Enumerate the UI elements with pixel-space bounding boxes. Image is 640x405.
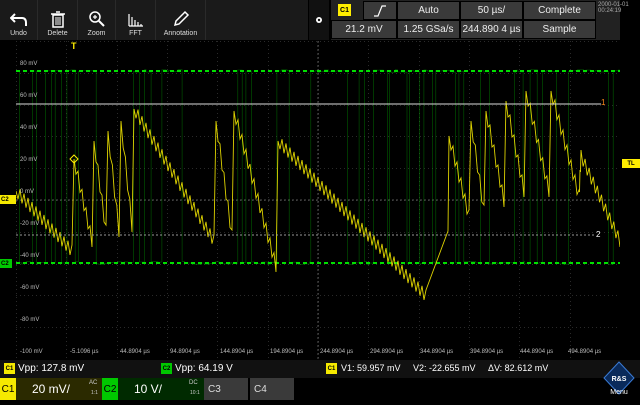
y-tick-label: 0 mV xyxy=(20,189,35,195)
c2-coupling: DC xyxy=(189,380,198,386)
zoom-icon xyxy=(88,11,105,27)
x-tick-label: 244.8904 µs xyxy=(320,349,354,355)
delete-label: Delete xyxy=(47,30,68,37)
cursor-v2[interactable]: V2: -22.655 mV xyxy=(413,363,476,373)
y-tick-label: -100 mV xyxy=(20,349,43,355)
fft-label: FFT xyxy=(129,30,142,37)
trigger-source-badge[interactable]: C1 xyxy=(338,4,351,16)
y-tick-label: -20 mV xyxy=(20,221,40,227)
datetime: 2000-01-01 00:24:19 xyxy=(598,2,640,14)
trigger-level-marker[interactable]: TL xyxy=(622,159,640,168)
y-tick-label: 40 mV xyxy=(20,125,38,131)
c2-scale: 10 V/ xyxy=(134,382,163,396)
c1-probe: 1:1 xyxy=(91,390,98,396)
zoom-button[interactable]: Zoom xyxy=(78,0,116,40)
channel-c1[interactable]: C1 20 mV/ AC 1:1 xyxy=(0,378,102,400)
fft-button[interactable]: FFT xyxy=(116,0,156,40)
trigger-position-marker[interactable]: T xyxy=(71,41,77,51)
zoom-label: Zoom xyxy=(87,30,106,37)
menu-button[interactable]: R&S Menu xyxy=(598,360,640,400)
y-tick-label: -40 mV xyxy=(20,253,40,259)
toolbar: Undo Delete Zoom FFT Annotation xyxy=(0,0,308,40)
timebase[interactable]: 50 µs/ xyxy=(460,1,523,20)
trigger-slope[interactable] xyxy=(363,1,397,20)
undo-icon xyxy=(9,13,27,26)
time-position[interactable]: 244.890 4 µs xyxy=(460,20,523,39)
y-tick-label: -80 mV xyxy=(20,317,40,323)
x-tick-label: 94.8904 µs xyxy=(170,349,200,355)
x-tick-label: 394.8904 µs xyxy=(470,349,504,355)
time: 00:24:19 xyxy=(598,8,622,14)
c1-vpp[interactable]: Vpp: 127.8 mV xyxy=(18,363,84,374)
x-tick-label: 344.8904 µs xyxy=(420,349,454,355)
pencil-icon xyxy=(173,10,189,27)
trigger-level[interactable]: 21.2 mV xyxy=(331,20,397,39)
sample-rate[interactable]: 1.25 GSa/s xyxy=(397,20,460,39)
c1-scale: 20 mV/ xyxy=(32,382,71,396)
cursor-delta-v[interactable]: ΔV: 82.612 mV xyxy=(488,363,548,373)
c2-label: C2 xyxy=(102,378,118,400)
trigger-mode[interactable]: Auto xyxy=(397,1,460,20)
acquisition-mode[interactable]: Sample xyxy=(523,20,596,39)
meas-c1-badge: C1 xyxy=(4,363,15,374)
c2-offset-marker[interactable]: C2 xyxy=(0,259,12,268)
waveform-display[interactable]: 80 mV 60 mV 40 mV 20 mV 0 mV -20 mV -40 … xyxy=(16,41,620,359)
y-tick-label: -60 mV xyxy=(20,285,40,291)
x-tick-label: 44.8904 µs xyxy=(120,349,150,355)
c2-probe: 10:1 xyxy=(190,390,200,396)
settings-button[interactable] xyxy=(309,0,329,40)
channel-c3[interactable]: C3 xyxy=(204,378,248,400)
x-tick-label: 194.8904 µs xyxy=(270,349,304,355)
c3-label: C3 xyxy=(208,383,221,395)
delete-button[interactable]: Delete xyxy=(38,0,78,40)
undo-label: Undo xyxy=(10,30,27,37)
menu-label: Menu xyxy=(610,389,628,396)
channel-c2[interactable]: C2 10 V/ DC 10:1 xyxy=(102,378,204,400)
x-tick-label: 294.8904 µs xyxy=(370,349,404,355)
y-tick-label: 60 mV xyxy=(20,93,38,99)
gear-icon xyxy=(316,17,322,23)
c4-label: C4 xyxy=(254,383,267,395)
x-tick-label: 444.8904 µs xyxy=(520,349,554,355)
annotation-label: Annotation xyxy=(163,30,198,37)
cursor-v2-marker[interactable]: 2 xyxy=(596,230,600,239)
c1-coupling: AC xyxy=(89,380,98,386)
c2-vpp[interactable]: Vpp: 64.19 V xyxy=(175,363,233,374)
measurement-bar: C1 Vpp: 127.8 mV C2 Vpp: 64.19 V C1 V1: … xyxy=(0,360,640,378)
c1-label: C1 xyxy=(0,378,16,400)
channel-c4[interactable]: C4 xyxy=(250,378,294,400)
trash-icon xyxy=(50,11,65,28)
x-tick-label: 494.8904 µs xyxy=(568,349,602,355)
acquisition-status[interactable]: Complete xyxy=(523,1,596,20)
fft-icon xyxy=(127,14,143,27)
x-tick-label: -5.1096 µs xyxy=(70,349,99,355)
cursor-v1[interactable]: V1: 59.957 mV xyxy=(341,363,401,373)
c1-offset-marker[interactable]: C2 xyxy=(0,195,16,204)
x-tick-label: 144.8904 µs xyxy=(220,349,254,355)
cursor-source-badge: C1 xyxy=(326,363,337,374)
meas-c2-badge: C2 xyxy=(161,363,172,374)
channel-bar: C1 20 mV/ AC 1:1 C2 10 V/ DC 10:1 C3 C4 xyxy=(0,378,640,400)
y-tick-label: 80 mV xyxy=(20,61,38,67)
cursor-v1-marker[interactable]: 1 xyxy=(601,98,605,107)
annotation-button[interactable]: Annotation xyxy=(156,0,206,40)
rising-edge-icon xyxy=(374,4,386,17)
y-tick-label: 20 mV xyxy=(20,157,38,163)
waveform-svg xyxy=(16,41,620,359)
svg-text:R&S: R&S xyxy=(612,376,627,383)
undo-button[interactable]: Undo xyxy=(0,0,38,40)
